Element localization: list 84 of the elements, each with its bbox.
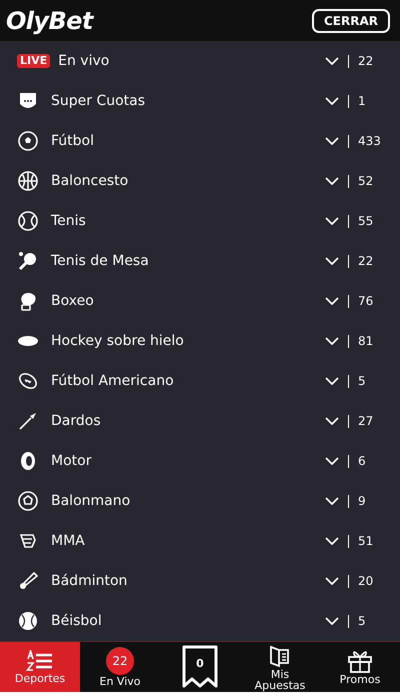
sport-label: Balonmano: [51, 492, 132, 511]
event-count: 76: [358, 293, 374, 310]
close-button[interactable]: CERRAR: [312, 8, 390, 33]
sport-item[interactable]: Hockey sobre hielo 81: [0, 321, 400, 362]
chevron-down-icon[interactable]: [324, 96, 338, 106]
event-count: 1: [358, 93, 367, 110]
event-count: 20: [358, 573, 374, 590]
event-count: 5: [358, 613, 367, 630]
sport-label: Super Cuotas: [51, 92, 146, 111]
live-count-badge: 22: [106, 647, 134, 676]
chevron-down-icon[interactable]: [324, 416, 338, 426]
chevron-down-icon[interactable]: [324, 136, 338, 146]
sport-label: Fútbol Americano: [51, 372, 175, 391]
chevron-down-icon[interactable]: [324, 336, 338, 346]
sport-item[interactable]: Motor 6: [0, 441, 400, 482]
event-count: 22: [358, 53, 374, 70]
book-icon: [268, 644, 292, 668]
chevron-down-icon[interactable]: [324, 56, 338, 66]
nav-label: Deportes: [14, 673, 66, 684]
sport-item[interactable]: Béisbol 5: [0, 601, 400, 642]
sport-item[interactable]: Super Cuotas 1: [0, 81, 400, 122]
event-count: 81: [358, 333, 374, 350]
event-count: 5: [358, 373, 367, 390]
nav-tab[interactable]: 22 En Vivo: [80, 642, 160, 692]
sport-label: Motor: [51, 452, 92, 471]
chevron-down-icon[interactable]: [324, 456, 338, 466]
sport-label: Boxeo: [51, 292, 95, 311]
nav-label: Promos: [340, 674, 380, 686]
baseball-icon: [17, 610, 39, 632]
chevron-down-icon[interactable]: [324, 536, 338, 546]
sport-item[interactable]: LIVE En vivo 22: [0, 41, 400, 82]
logo: OlyBet: [6, 6, 93, 37]
live-badge: LIVE: [17, 54, 50, 68]
sport-label: Tenis: [51, 212, 87, 231]
sort-az-icon: [26, 650, 54, 672]
event-count: 52: [358, 173, 374, 190]
nav-tab[interactable]: 0: [160, 642, 240, 692]
sport-label: Tenis de Mesa: [51, 252, 150, 271]
soccer-ball-icon: [17, 130, 39, 152]
event-count: 6: [358, 453, 367, 470]
basketball-icon: [17, 170, 39, 192]
sport-item[interactable]: Fútbol Americano 5: [0, 361, 400, 402]
nav-label: En Vivo: [100, 676, 140, 688]
event-count: 9: [358, 493, 367, 510]
chevron-down-icon[interactable]: [324, 296, 338, 306]
sport-item[interactable]: Bádminton 20: [0, 561, 400, 602]
tennis-ball-icon: [17, 210, 39, 232]
event-count: 51: [358, 533, 374, 550]
nav-label: Mis Apuestas: [254, 668, 306, 691]
event-count: 433: [358, 133, 380, 150]
sport-label: Bádminton: [51, 572, 128, 591]
event-count: 55: [358, 213, 374, 230]
chevron-down-icon[interactable]: [324, 216, 338, 226]
betslip-count: 0: [196, 656, 204, 672]
sport-label: En vivo: [58, 52, 110, 71]
sport-item[interactable]: Boxeo 76: [0, 281, 400, 322]
nav-tab[interactable]: Mis Apuestas: [240, 642, 320, 692]
chevron-down-icon[interactable]: [324, 616, 338, 626]
sport-label: Hockey sobre hielo: [51, 332, 185, 351]
chevron-down-icon[interactable]: [324, 256, 338, 266]
gift-icon: [347, 649, 373, 674]
dart-icon: [17, 410, 39, 432]
sport-item[interactable]: MMA 51: [0, 521, 400, 562]
sport-label: Baloncesto: [51, 172, 130, 191]
event-count: 22: [358, 253, 374, 270]
sport-label: MMA: [51, 532, 86, 551]
sport-label: Béisbol: [51, 612, 103, 631]
handball-icon: [17, 490, 39, 512]
sport-label: Fútbol: [51, 132, 95, 151]
chevron-down-icon[interactable]: [324, 376, 338, 386]
chevron-down-icon[interactable]: [324, 576, 338, 586]
sport-item[interactable]: Tenis de Mesa 22: [0, 241, 400, 282]
chevron-down-icon[interactable]: [324, 496, 338, 506]
event-count: 27: [358, 413, 374, 430]
sport-label: Dardos: [51, 412, 102, 431]
sport-item[interactable]: Fútbol 433: [0, 121, 400, 162]
sport-item[interactable]: Dardos 27: [0, 401, 400, 442]
sport-item[interactable]: Tenis 55: [0, 201, 400, 242]
sport-item[interactable]: Baloncesto 52: [0, 161, 400, 202]
sport-item[interactable]: Balonmano 9: [0, 481, 400, 522]
nav-tab[interactable]: Promos: [320, 642, 400, 692]
chevron-down-icon[interactable]: [324, 176, 338, 186]
nav-tab[interactable]: Deportes: [0, 642, 80, 692]
paddle-icon: [17, 250, 39, 272]
